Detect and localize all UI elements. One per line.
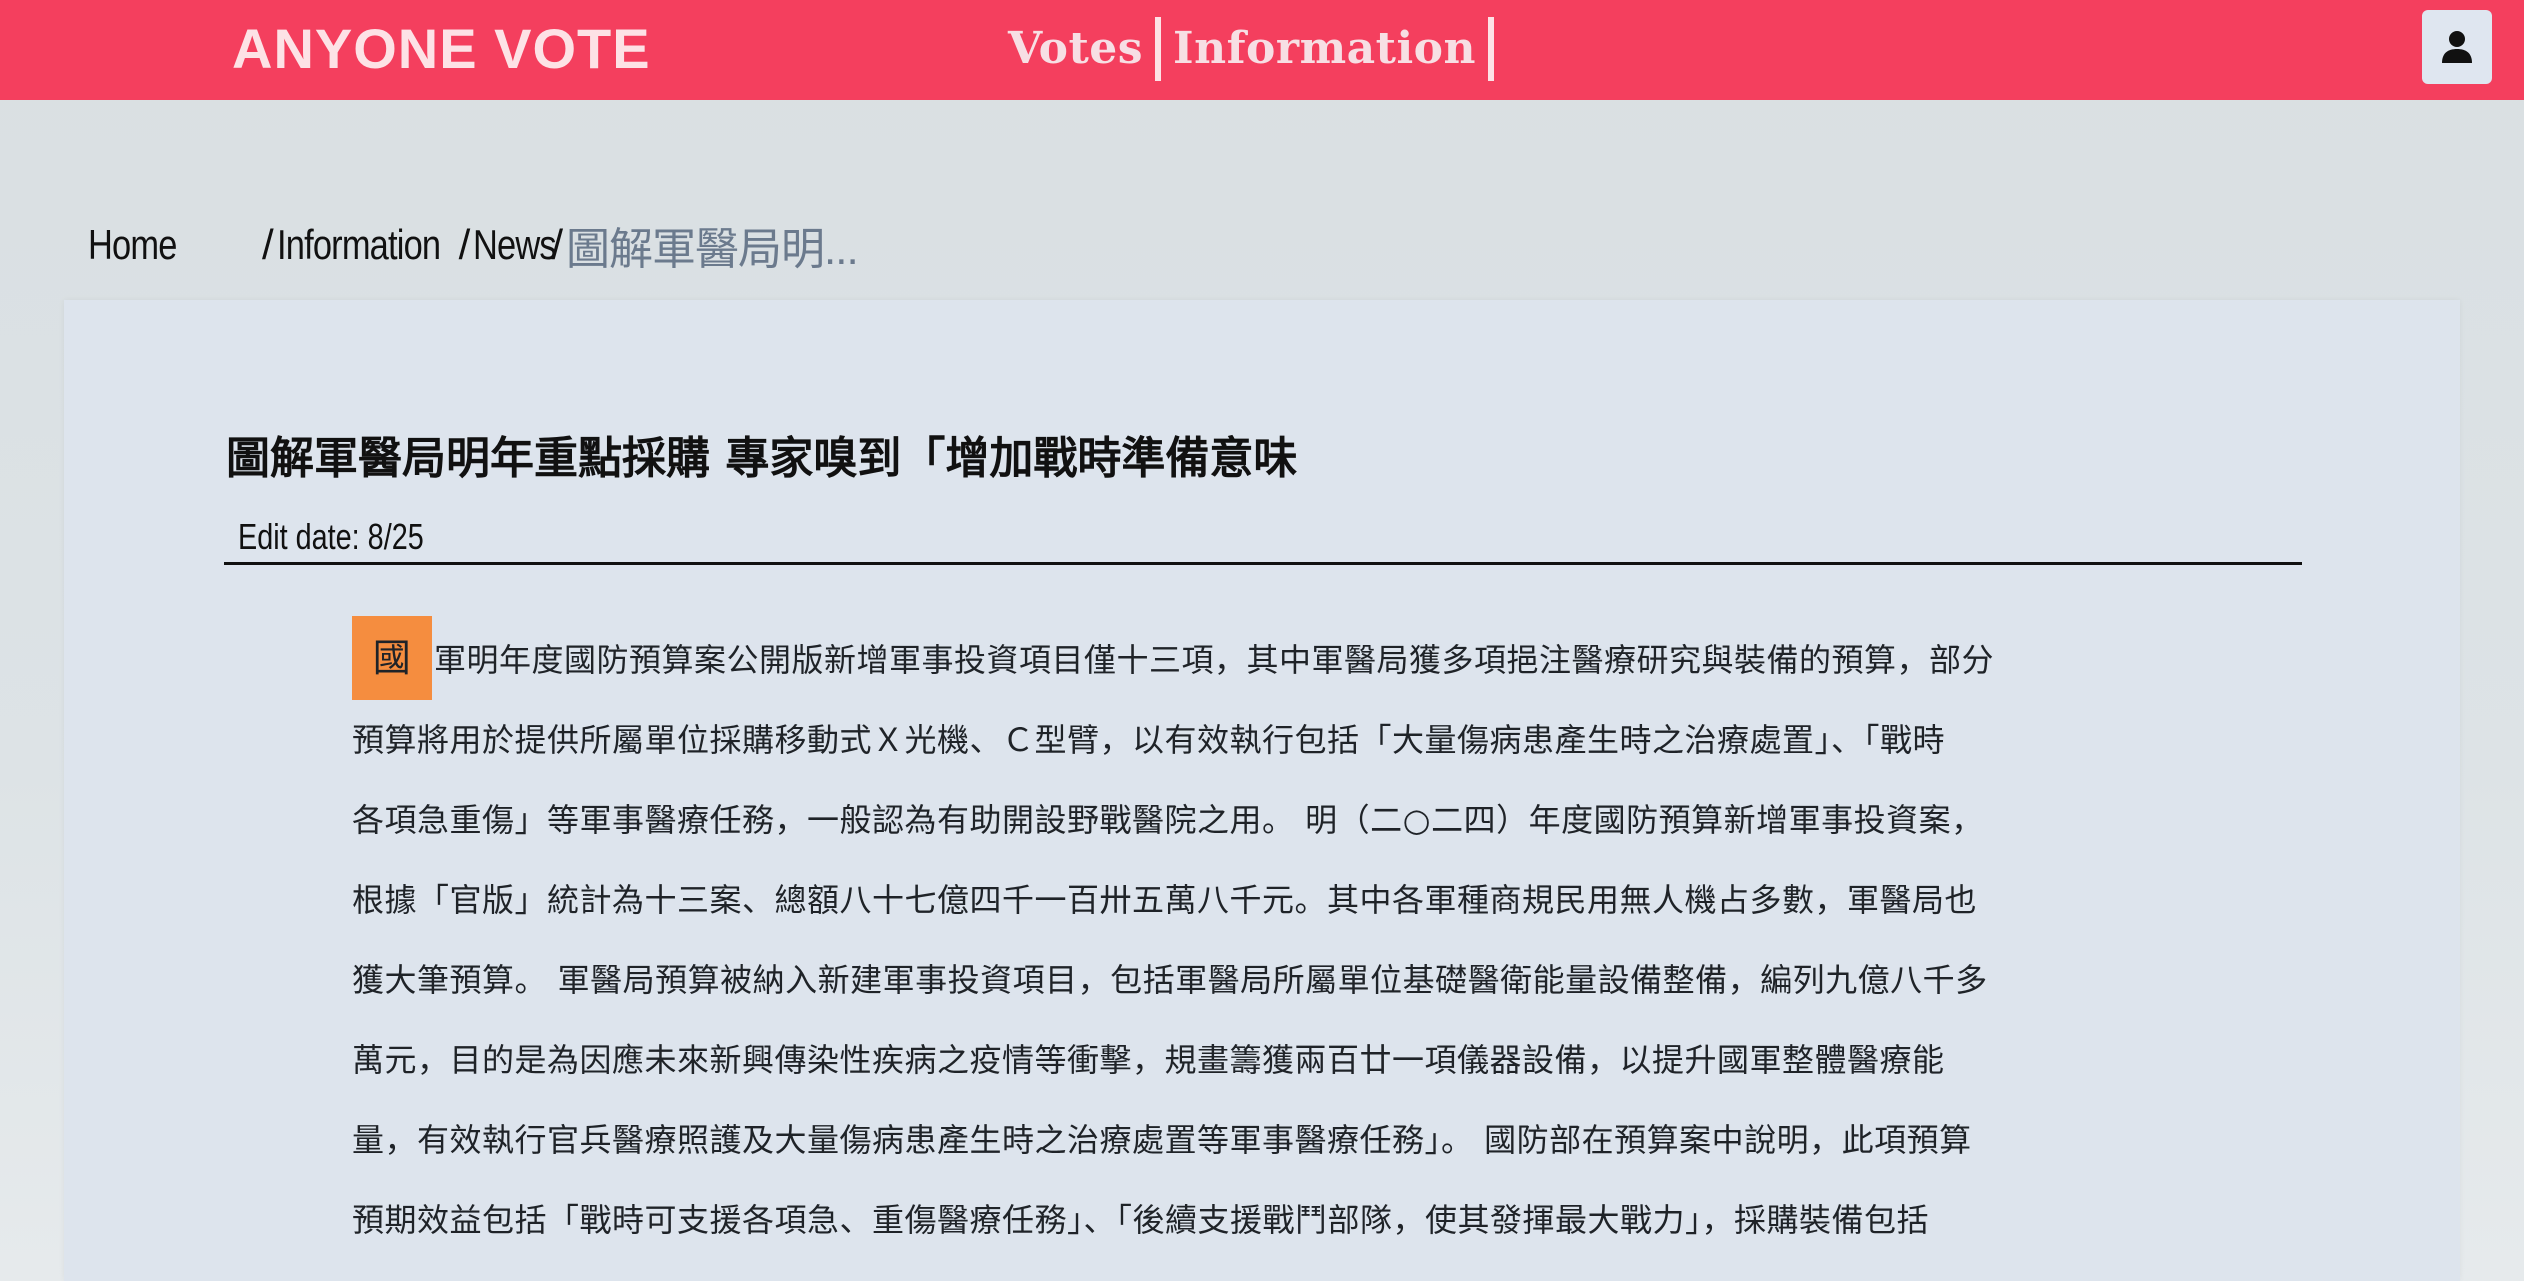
nav-links: Votes Information	[1008, 16, 1495, 82]
article-title: 圖解軍醫局明年重點採購 專家嗅到「增加戰時準備意味	[226, 433, 1298, 484]
article-line: 預期效益包括「戰時可支援各項急、重傷醫療任務」、「後續支援戰鬥部隊，使其發揮最大…	[352, 1201, 1930, 1239]
user-icon	[2442, 31, 2472, 63]
article-line: 量，有效執行官兵醫療照護及大量傷病患產生時之治療處置等軍事醫療任務」。 國防部在…	[352, 1121, 1972, 1159]
nav-link-information[interactable]: Information	[1161, 17, 1495, 81]
article-line: 國軍明年度國防預算案公開版新增軍事投資項目僅十三項，其中軍醫局獲多項挹注醫療研究…	[352, 616, 2160, 700]
breadcrumb-current: 圖解軍醫局明...	[566, 225, 859, 274]
article-card: 圖解軍醫局明年重點採購 專家嗅到「增加戰時準備意味 Edit date: 8/2…	[64, 300, 2460, 1281]
breadcrumb-news[interactable]: News	[473, 221, 557, 269]
breadcrumb-separator: /	[458, 221, 471, 268]
article-line: 萬元，目的是為因應未來新興傳染性疾病之疫情等衝擊，規畫籌獲兩百廿一項儀器設備，以…	[352, 1041, 1945, 1079]
article-line-text: 軍明年度國防預算案公開版新增軍事投資項目僅十三項，其中軍醫局獲多項挹注醫療研究與…	[434, 641, 1995, 679]
article-line: 獲大筆預算。 軍醫局預算被納入新建軍事投資項目，包括軍醫局所屬單位基礎醫衛能量設…	[352, 961, 1988, 999]
breadcrumb-separator: /	[262, 221, 274, 268]
breadcrumb: Home / Information / News / 圖解軍醫局明...	[88, 210, 859, 280]
dropcap: 國	[352, 616, 432, 700]
article-line: 預算將用於提供所屬單位採購移動式Ｘ光機、Ｃ型臂，以有效執行包括「大量傷病患產生時…	[352, 721, 1946, 759]
title-divider	[224, 562, 2302, 565]
brand-logo[interactable]: ANYONE VOTE	[232, 14, 651, 84]
user-account-button[interactable]	[2422, 10, 2492, 84]
article-body: 國軍明年度國防預算案公開版新增軍事投資項目僅十三項，其中軍醫局獲多項挹注醫療研究…	[352, 616, 2160, 1260]
top-navbar: ANYONE VOTE Votes Information	[0, 0, 2524, 100]
breadcrumb-information[interactable]: Information	[277, 221, 441, 269]
article-line: 各項急重傷」等軍事醫療任務，一般認為有助開設野戰醫院之用。 明（二○二四）年度國…	[352, 801, 1984, 839]
edit-date: Edit date: 8/25	[238, 516, 424, 557]
breadcrumb-home[interactable]: Home	[88, 221, 177, 269]
article-line: 根據「官版」統計為十三案、總額八十七億四千一百卅五萬八千元。其中各軍種商規民用無…	[352, 881, 1978, 919]
nav-link-votes[interactable]: Votes	[1008, 17, 1162, 81]
